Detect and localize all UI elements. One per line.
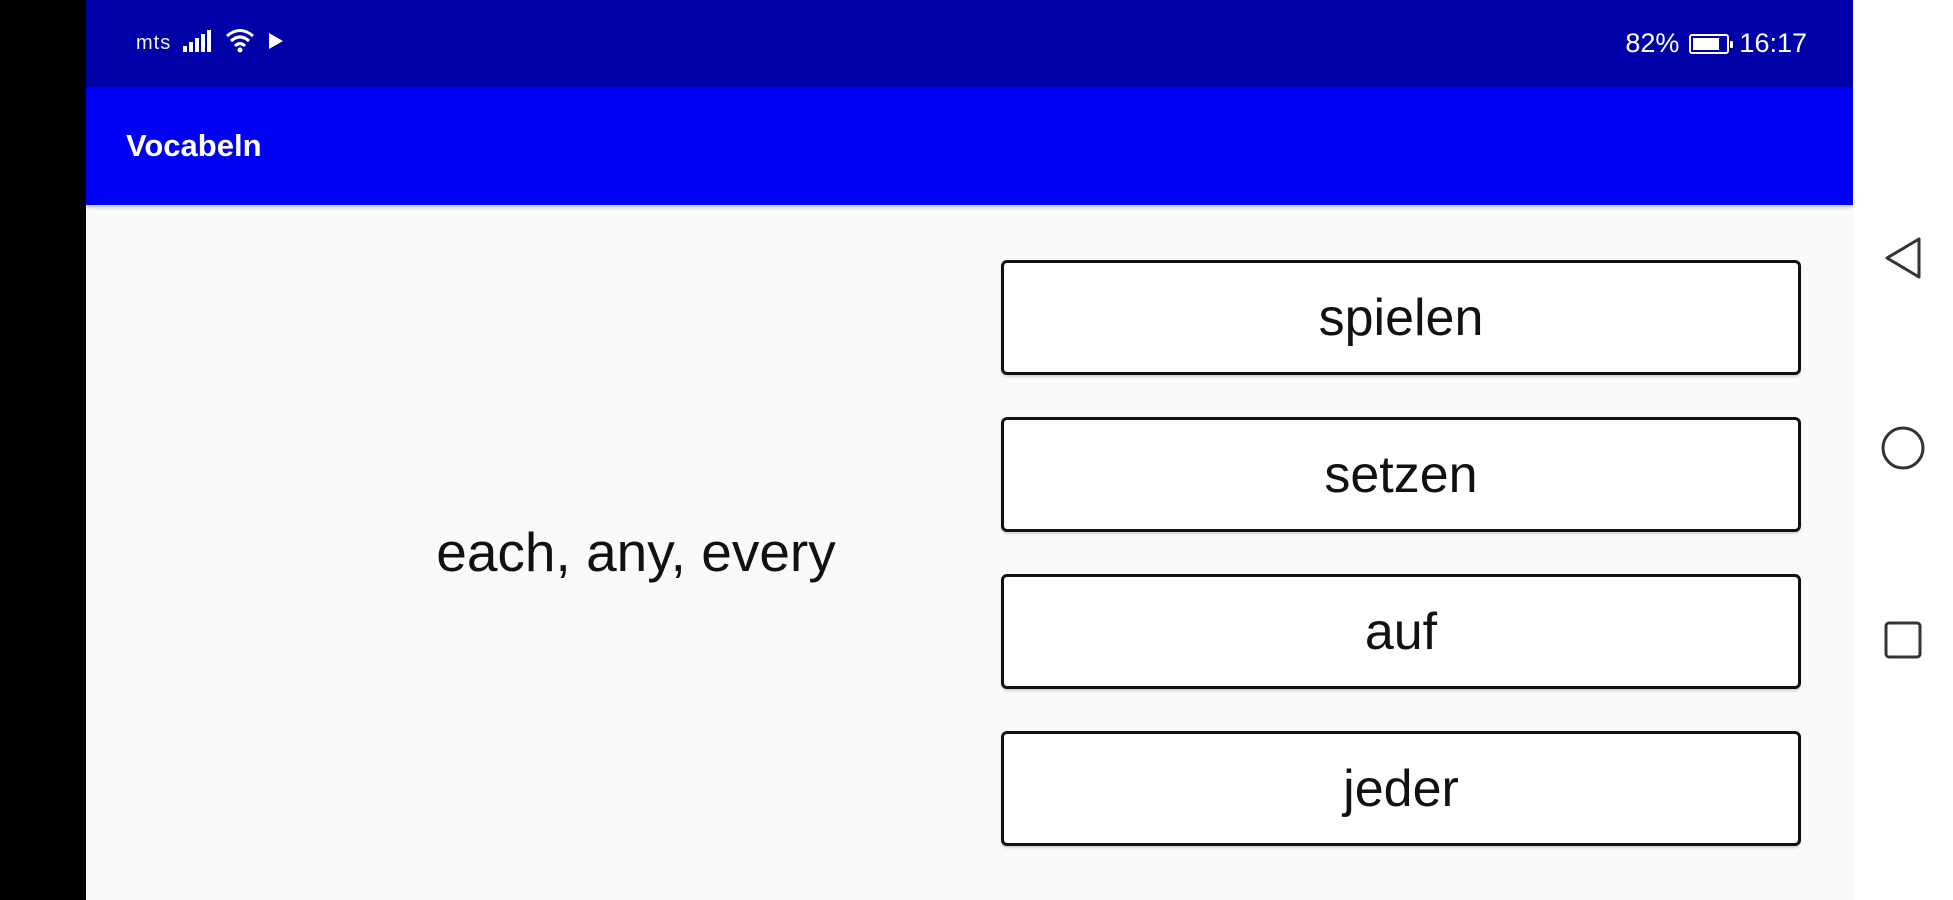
play-icon: [267, 31, 285, 56]
answer-label: setzen: [1324, 445, 1478, 504]
answer-button[interactable]: spielen: [1001, 260, 1801, 375]
home-button[interactable]: [1853, 400, 1953, 500]
carrier-label: mts: [136, 32, 172, 54]
home-icon: [1880, 425, 1926, 476]
system-nav-bar: [1853, 0, 1953, 900]
answer-label: jeder: [1343, 759, 1459, 818]
signal-icon: [183, 29, 213, 58]
answer-label: auf: [1364, 602, 1438, 661]
wifi-icon: [225, 28, 255, 59]
answer-button[interactable]: jeder: [1001, 731, 1801, 846]
app-screen: mts 82% 16:17 Vocabeln each, any, every …: [86, 0, 1853, 900]
answer-button[interactable]: auf: [1001, 574, 1801, 689]
status-left: mts: [136, 0, 285, 87]
clock: 16:17: [1739, 28, 1807, 58]
app-title: Vocabeln: [126, 128, 262, 163]
left-bezel: [0, 0, 86, 900]
recents-button[interactable]: [1853, 592, 1953, 692]
battery-icon: [1689, 33, 1734, 54]
answer-button[interactable]: setzen: [1001, 417, 1801, 532]
back-icon: [1883, 236, 1923, 285]
app-bar: Vocabeln: [86, 87, 1853, 205]
battery-fill: [1693, 37, 1720, 50]
status-right: 82% 16:17: [1625, 0, 1807, 87]
answer-label: spielen: [1318, 288, 1484, 347]
answer-options: spielen setzen auf jeder: [1001, 260, 1801, 888]
back-button[interactable]: [1853, 210, 1953, 310]
recents-icon: [1883, 620, 1923, 665]
status-bar: mts 82% 16:17: [86, 0, 1853, 87]
prompt-word: each, any, every: [436, 521, 836, 583]
battery-percent: 82%: [1625, 28, 1680, 58]
